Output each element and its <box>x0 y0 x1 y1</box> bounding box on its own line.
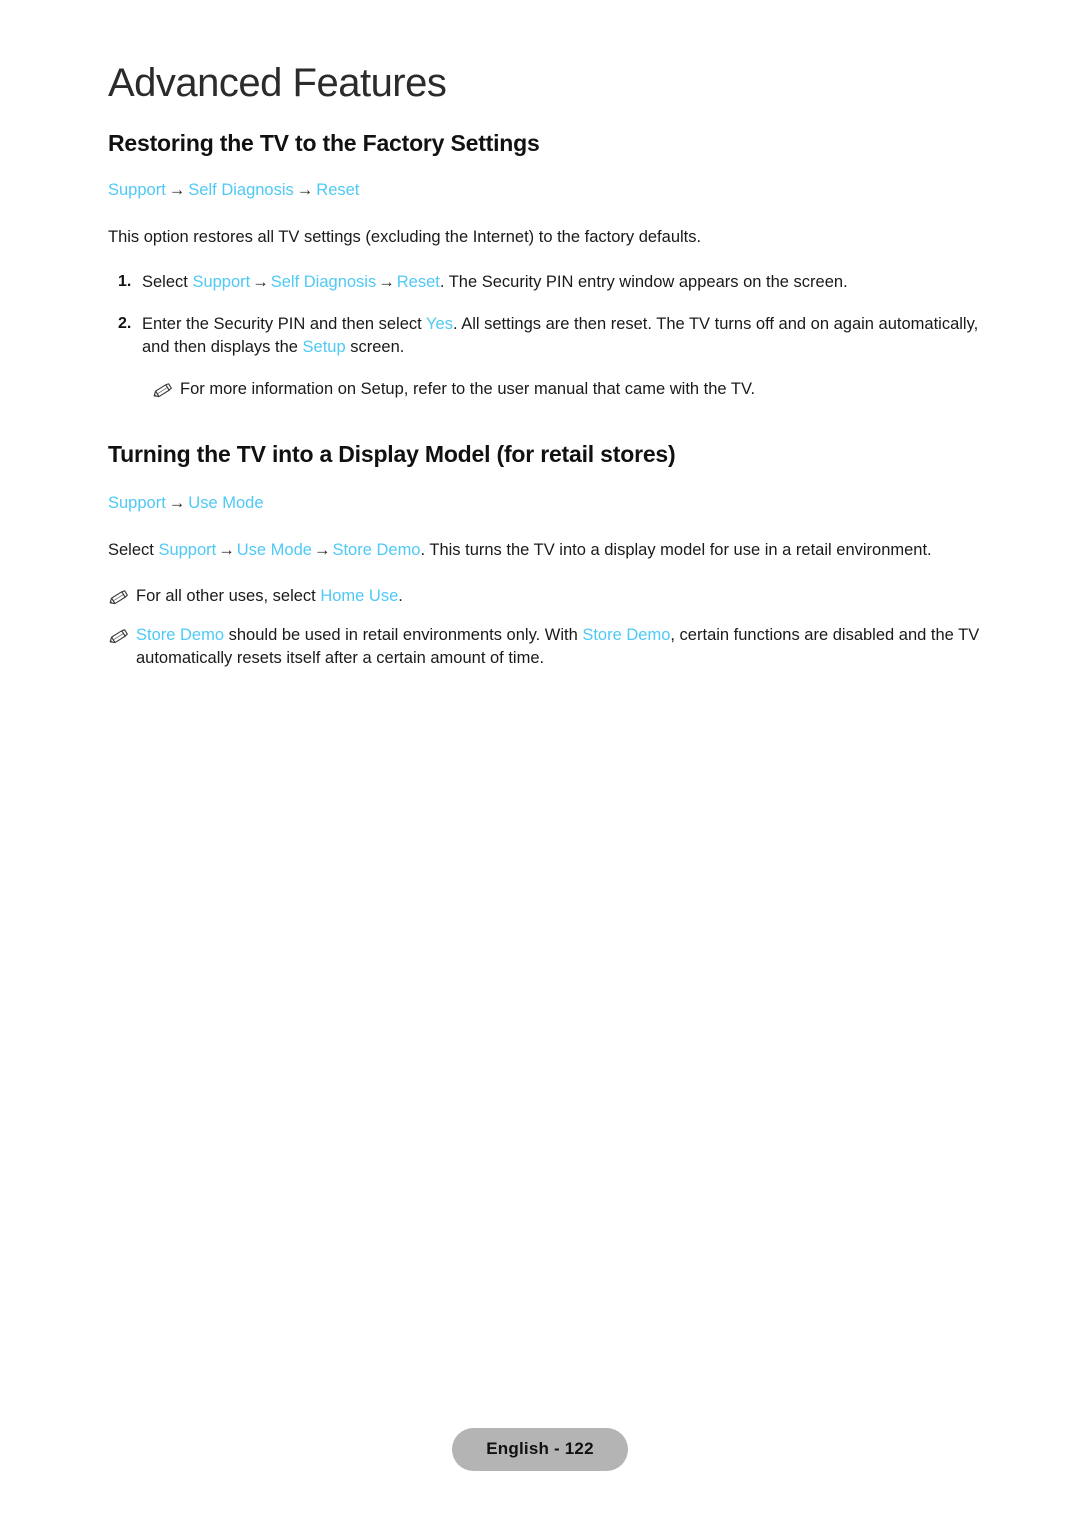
menu-item-reset: Reset <box>396 273 440 292</box>
step-text: Enter the Security PIN and then select Y… <box>142 313 988 360</box>
menu-item-store-demo: Store Demo <box>332 541 421 560</box>
arrow-right-icon: → <box>296 180 314 199</box>
body-lead-text: Select <box>108 541 159 560</box>
breadcrumb-item-use-mode: Use Mode <box>188 493 264 512</box>
note-line: For more information on Setup, refer to … <box>152 378 988 401</box>
note-lead-text: For all other uses, select <box>136 586 321 605</box>
numbered-step-list: 1. Select Support → Self Diagnosis → Reset. … <box>108 271 988 359</box>
section-restoring-factory-settings: Restoring the TV to the Factory Settings… <box>108 130 988 401</box>
menu-item-support: Support <box>192 273 251 292</box>
arrow-right-icon: → <box>168 493 186 512</box>
note-line: Store Demo should be used in retail envi… <box>108 624 988 671</box>
chapter-title: Advanced Features <box>108 61 447 105</box>
step-lead-text: Enter the Security PIN and then select <box>142 314 427 333</box>
note-text: Store Demo should be used in retail envi… <box>136 624 988 671</box>
breadcrumb: Support → Use Mode <box>108 493 988 514</box>
breadcrumb-item-self-diagnosis: Self Diagnosis <box>188 180 294 199</box>
breadcrumb-item-support: Support <box>108 493 166 512</box>
step-text: Select Support → Self Diagnosis → Reset. The… <box>142 271 988 294</box>
body-tail-text: . This turns the TV into a display model… <box>420 541 932 560</box>
note-line: For all other uses, select Home Use. <box>108 585 988 608</box>
menu-item-use-mode: Use Mode <box>236 541 312 560</box>
list-item: 2. Enter the Security PIN and then selec… <box>108 313 988 360</box>
page-number-badge: English - 122 <box>452 1428 628 1471</box>
step-number: 2. <box>118 314 132 332</box>
note-tail-text: . <box>398 586 403 605</box>
arrow-right-icon: → <box>378 273 395 292</box>
step-number: 1. <box>118 273 132 291</box>
menu-item-store-demo: Store Demo <box>136 626 225 645</box>
menu-item-self-diagnosis: Self Diagnosis <box>270 273 377 292</box>
menu-item-yes: Yes <box>426 314 453 333</box>
arrow-right-icon: → <box>168 180 186 199</box>
step-lead-text: Select <box>142 273 193 292</box>
section-display-model: Turning the TV into a Display Model (for… <box>108 441 988 671</box>
document-page: Advanced Features Restoring the TV to th… <box>0 0 1080 1519</box>
section-intro-paragraph: This option restores all TV settings (ex… <box>108 228 702 247</box>
page-content: Advanced Features Restoring the TV to th… <box>108 62 988 687</box>
menu-item-store-demo: Store Demo <box>582 626 671 645</box>
breadcrumb-item-support: Support <box>108 180 166 199</box>
note-mid-text: should be used in retail environments on… <box>224 626 583 645</box>
menu-item-setup: Setup <box>302 338 346 357</box>
section-divider-space <box>108 417 988 441</box>
step-tail-text: . The Security PIN entry window appears … <box>439 273 848 292</box>
arrow-right-icon: → <box>252 273 269 292</box>
list-item: 1. Select Support → Self Diagnosis → Reset. … <box>108 271 988 294</box>
arrow-right-icon: → <box>218 541 235 560</box>
breadcrumb: Support → Self Diagnosis → Reset <box>108 180 988 201</box>
note-text: For all other uses, select Home Use. <box>136 585 988 608</box>
menu-item-home-use: Home Use <box>320 586 399 605</box>
pencil-icon <box>152 381 174 401</box>
breadcrumb-item-reset: Reset <box>316 180 360 199</box>
menu-item-support: Support <box>158 541 217 560</box>
page-footer: English - 122 <box>0 1428 1080 1471</box>
section-heading: Turning the TV into a Display Model (for… <box>108 441 676 468</box>
section-body-paragraph: Select Support → Use Mode → Store Demo. This… <box>108 539 988 562</box>
pencil-icon <box>108 627 130 647</box>
section-heading: Restoring the TV to the Factory Settings <box>108 130 540 156</box>
pencil-icon <box>108 588 130 608</box>
note-text: For more information on Setup, refer to … <box>180 379 756 398</box>
step-tail-text: screen. <box>345 338 405 357</box>
arrow-right-icon: → <box>313 541 331 560</box>
